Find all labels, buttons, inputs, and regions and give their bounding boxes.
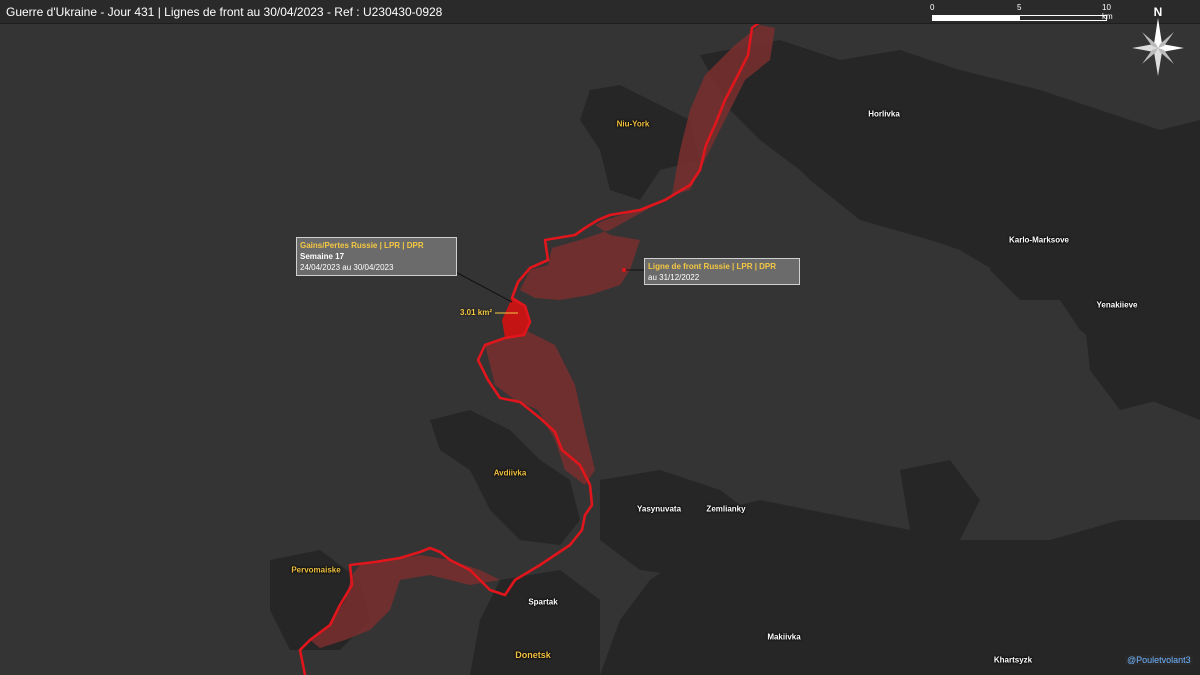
map-canvas — [270, 0, 1200, 675]
compass-north-label: N — [1154, 5, 1163, 19]
scale-label-0: 0 — [930, 3, 935, 12]
scale-segment-filled — [932, 15, 1020, 21]
scale-bar: 0 5 10 km — [930, 3, 1113, 25]
scale-segment-empty — [1019, 15, 1107, 21]
gains-leader-line — [447, 267, 513, 303]
place-yenakiieve: Yenakiieve — [1096, 300, 1138, 310]
frontline-leader-dot — [622, 268, 626, 272]
place-karlo-marksove: Karlo-Marksove — [1008, 235, 1070, 245]
place-donetsk: Donetsk — [515, 650, 551, 660]
north-arrow: N — [1130, 4, 1186, 78]
legend-frontline-heading: Ligne de front Russie | LPR | DPR — [648, 262, 777, 271]
place-horlivka: Horlivka — [868, 109, 900, 119]
place-pervomaiske: Pervomaiske — [291, 565, 341, 575]
urban-areas — [270, 40, 1200, 675]
place-zemlianky: Zemlianky — [706, 504, 746, 514]
legend-gains-heading: Gains/Pertes Russie | LPR | DPR — [300, 241, 424, 250]
legend-frontline-date: au 31/12/2022 — [648, 273, 700, 282]
place-yasynuvata: Yasynuvata — [636, 504, 682, 514]
legend-gains-week: Semaine 17 — [300, 252, 345, 261]
place-khartsyzk: Khartsyzk — [993, 655, 1033, 665]
legend-gains-callout: Gains/Pertes Russie | LPR | DPR Semaine … — [296, 237, 457, 276]
place-spartak: Spartak — [528, 597, 558, 607]
scale-label-5: 5 — [1017, 3, 1022, 12]
author-credit: @Pouletvolant3 — [1125, 655, 1193, 665]
legend-frontline-callout: Ligne de front Russie | LPR | DPR au 31/… — [644, 258, 800, 285]
place-avdiivka: Avdiivka — [493, 468, 527, 478]
map-view[interactable]: Guerre d'Ukraine - Jour 431 | Lignes de … — [0, 0, 1200, 675]
gain-area-label: 3.01 km² — [460, 308, 493, 317]
compass-rose-icon: N — [1132, 5, 1184, 76]
legend-gains-dates: 24/04/2023 au 30/04/2023 — [300, 263, 394, 272]
place-niu-york: Niu-York — [616, 119, 650, 129]
place-makiivka: Makiivka — [767, 632, 801, 642]
